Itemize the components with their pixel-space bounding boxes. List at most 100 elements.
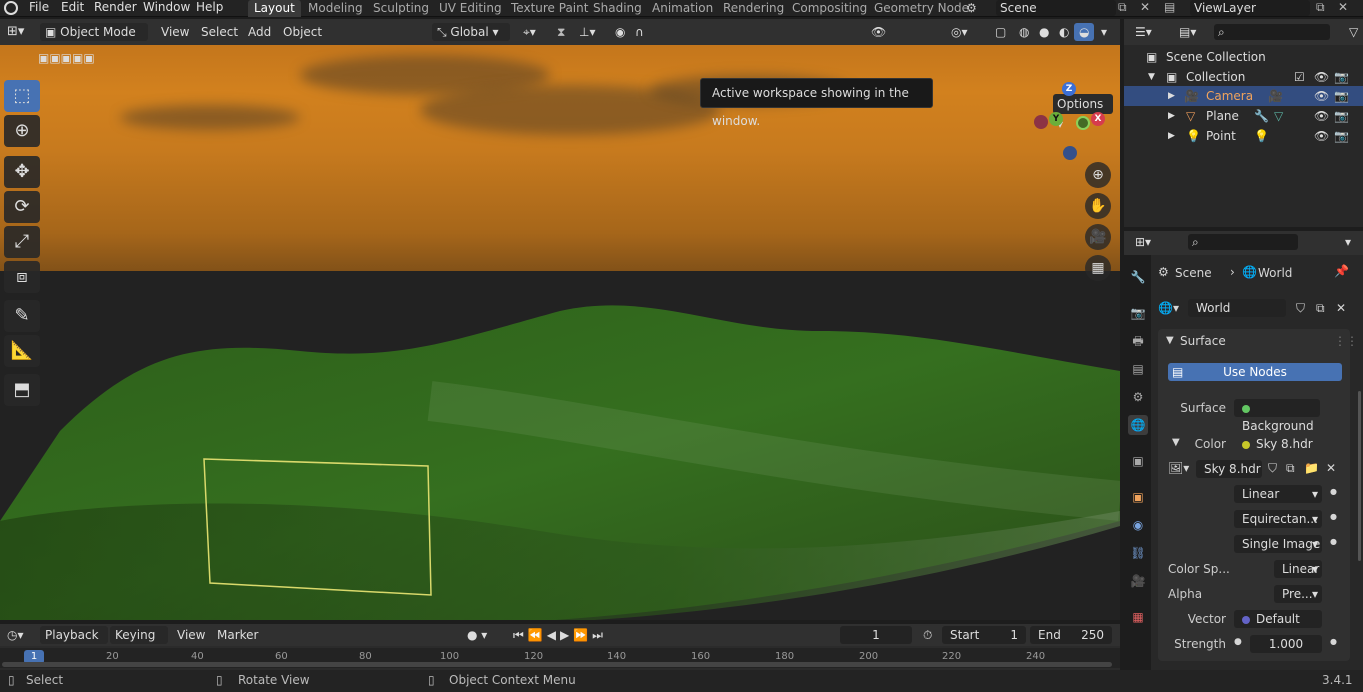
physics-tab-icon[interactable]: ◉: [1128, 515, 1148, 535]
visibility-eye-icon[interactable]: 👁: [1314, 106, 1329, 126]
collapse-arrow-icon[interactable]: ▼: [1166, 335, 1174, 346]
fake-user-shield-icon[interactable]: ⛉: [1296, 301, 1305, 316]
output-tab-icon[interactable]: 🖶: [1128, 331, 1148, 351]
stopwatch-icon[interactable]: ⏱: [918, 626, 937, 644]
gizmo-x-axis[interactable]: X: [1091, 112, 1105, 126]
strength-field[interactable]: 1.000: [1250, 635, 1322, 653]
pan-hand-icon[interactable]: ✋: [1085, 193, 1111, 219]
collection-tab-icon[interactable]: ▣: [1128, 451, 1148, 471]
visibility-eye-icon[interactable]: 👁: [1314, 126, 1329, 146]
scene-selector[interactable]: Scene: [996, 0, 1116, 16]
camera-data-icon[interactable]: 🎥: [1268, 86, 1283, 106]
wireframe-shading-icon[interactable]: ◍: [1014, 23, 1034, 41]
texture-tab-icon[interactable]: ▦: [1128, 607, 1148, 627]
new-scene-icon[interactable]: ⧉: [1118, 0, 1127, 15]
expand-arrow-icon[interactable]: ▶: [1168, 106, 1175, 126]
playback-controls-icon[interactable]: ⏮⏪◀▶⏩⏭: [508, 626, 612, 644]
perspective-grid-icon[interactable]: ▦: [1085, 255, 1111, 281]
image-browse-icon[interactable]: 🖼▾: [1168, 461, 1189, 475]
xray-icon[interactable]: ▢: [990, 23, 1011, 41]
transform-tool-icon[interactable]: ⧈: [4, 261, 40, 293]
select-mode-icons[interactable]: ▣▣▣▣▣: [38, 51, 95, 65]
filter-icon[interactable]: ▽: [1344, 23, 1363, 41]
collection-row[interactable]: ▼ ▣ Collection ☑ 👁 📷: [1124, 67, 1363, 87]
object-tab-icon[interactable]: ▣: [1128, 487, 1148, 507]
expand-arrow-icon[interactable]: ▼: [1148, 67, 1155, 87]
modifier-wrench-icon[interactable]: 🔧: [1254, 106, 1269, 126]
3d-viewport[interactable]: ▣▣▣▣▣ ⬚ ⊕ ✥ ⟳ ⤢ ⧈ ✎ 📐 ⬒ Active workspace…: [0, 45, 1120, 620]
overlays-icon[interactable]: ◎▾: [946, 23, 973, 41]
delete-scene-icon[interactable]: ✕: [1140, 0, 1150, 14]
outliner-item-camera[interactable]: ▶ 🎥 Camera 🎥 👁 📷: [1124, 86, 1363, 106]
snap-target-icon[interactable]: ⊥▾: [574, 23, 600, 41]
image-name-field[interactable]: Sky 8.hdr: [1196, 460, 1262, 478]
tab-modeling[interactable]: Modeling: [302, 0, 369, 17]
expand-arrow-icon[interactable]: ▶: [1168, 126, 1175, 146]
measure-tool-icon[interactable]: 📐: [4, 335, 40, 367]
mesh-data-icon[interactable]: ▽: [1274, 106, 1283, 126]
tab-layout[interactable]: Layout: [248, 0, 301, 17]
tab-sculpting[interactable]: Sculpting: [367, 0, 435, 17]
tab-animation[interactable]: Animation: [646, 0, 719, 17]
view-layer-tab-icon[interactable]: ▤: [1128, 359, 1148, 379]
gizmo-neg-x-axis[interactable]: [1034, 115, 1048, 129]
visibility-icon[interactable]: 👁: [866, 23, 891, 41]
world-name-field[interactable]: World: [1188, 299, 1286, 317]
image-open-folder-icon[interactable]: 📁: [1304, 461, 1319, 475]
pin-icon[interactable]: 📌: [1334, 264, 1349, 278]
gizmo-y-axis[interactable]: Y: [1049, 112, 1063, 126]
image-fake-user-icon[interactable]: ⛉: [1268, 461, 1277, 476]
object-mode-dropdown[interactable]: ▣ Object Mode ▾: [40, 23, 148, 57]
tab-shading[interactable]: Shading: [587, 0, 648, 17]
properties-scrollbar[interactable]: [1358, 391, 1361, 561]
tab-compositing[interactable]: Compositing: [786, 0, 873, 17]
playback-dropdown[interactable]: Playback ▾: [40, 626, 108, 660]
menu-window[interactable]: Window: [138, 0, 195, 17]
snap-icon[interactable]: ⧗: [552, 23, 570, 41]
falloff-icon[interactable]: ∩: [630, 23, 649, 41]
image-unlink-icon[interactable]: ✕: [1326, 461, 1336, 475]
expand-arrow-icon[interactable]: ▶: [1168, 86, 1175, 106]
scale-tool-icon[interactable]: ⤢: [4, 226, 40, 258]
image-duplicate-icon[interactable]: ⧉: [1286, 461, 1295, 476]
menu-file[interactable]: File: [24, 0, 54, 17]
outliner-item-point[interactable]: ▶ 💡 Point 💡 👁 📷: [1124, 126, 1363, 146]
tab-texture-paint[interactable]: Texture Paint: [505, 0, 594, 17]
display-mode-icon[interactable]: ▤▾: [1174, 23, 1201, 41]
menu-edit[interactable]: Edit: [56, 0, 89, 17]
view-layer-icon[interactable]: ▤: [1164, 0, 1175, 14]
menu-object[interactable]: Object: [278, 23, 327, 41]
zoom-icon[interactable]: ⊕: [1085, 162, 1111, 188]
select-box-tool-icon[interactable]: ⬚: [4, 80, 40, 112]
properties-search-input[interactable]: ⌕: [1188, 234, 1298, 250]
outliner-item-plane[interactable]: ▶ ▽ Plane 🔧 ▽ 👁 📷: [1124, 106, 1363, 126]
surface-shader-field[interactable]: Background: [1234, 399, 1320, 433]
current-frame-field[interactable]: 1: [840, 626, 912, 644]
duplicate-world-icon[interactable]: ⧉: [1316, 301, 1325, 316]
menu-help[interactable]: Help: [191, 0, 228, 17]
outliner-editor-type-icon[interactable]: ☰▾: [1130, 23, 1157, 41]
camera-view-icon[interactable]: 🎥: [1085, 224, 1111, 250]
source-dropdown[interactable]: Single Image ▾: [1234, 535, 1322, 553]
tab-geometry-nodes[interactable]: Geometry Node: [868, 0, 975, 17]
solid-shading-icon[interactable]: ●: [1034, 23, 1054, 41]
tab-uv-editing[interactable]: UV Editing: [433, 0, 508, 17]
scene-icon[interactable]: ⚙: [966, 1, 977, 15]
outliner-search-input[interactable]: ⌕: [1214, 24, 1330, 40]
light-data-icon[interactable]: 💡: [1254, 126, 1269, 146]
timeline-menu-view[interactable]: View: [172, 626, 210, 644]
alpha-dropdown[interactable]: Pre... ▾: [1274, 585, 1322, 603]
add-cube-tool-icon[interactable]: ⬒: [4, 374, 40, 406]
menu-select[interactable]: Select: [196, 23, 243, 41]
gizmo-z-axis[interactable]: Z: [1062, 82, 1076, 96]
transform-orientation-dropdown[interactable]: ⤡ Global ▾: [432, 23, 510, 41]
tool-tab-icon[interactable]: 🔧: [1128, 267, 1148, 287]
scene-collection-row[interactable]: ▣ Scene Collection: [1124, 47, 1363, 67]
drag-handle-icon[interactable]: ⋮⋮: [1334, 334, 1358, 348]
render-camera-icon[interactable]: 📷: [1334, 67, 1349, 87]
render-camera-icon[interactable]: 📷: [1334, 86, 1349, 106]
properties-editor-type-icon[interactable]: ⊞▾: [1130, 233, 1156, 251]
options-dropdown[interactable]: Options ▾: [1053, 94, 1113, 131]
pivot-icon[interactable]: ⌖▾: [518, 23, 541, 41]
tab-rendering[interactable]: Rendering: [717, 0, 790, 17]
